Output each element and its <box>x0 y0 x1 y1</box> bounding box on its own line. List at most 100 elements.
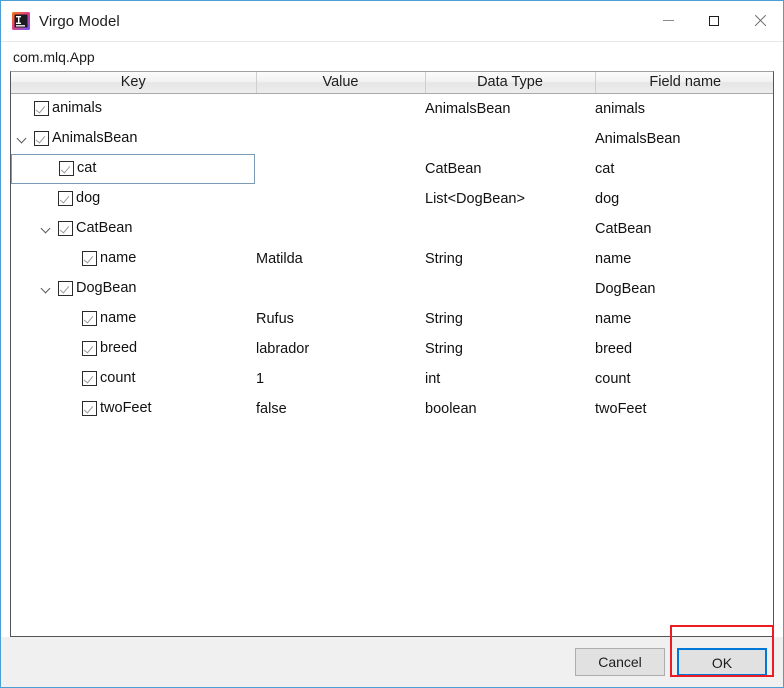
cell-key[interactable]: dog <box>11 183 256 214</box>
table-header: Key Value Data Type Field name <box>11 72 773 94</box>
row-checkbox[interactable] <box>82 401 97 416</box>
tree-node[interactable]: name <box>11 304 256 334</box>
cell-field[interactable]: name <box>595 243 773 274</box>
column-header-field-name[interactable]: Field name <box>595 72 773 94</box>
cell-type[interactable]: AnimalsBean <box>425 93 595 124</box>
cell-value[interactable]: Matilda <box>256 243 425 274</box>
maximize-button[interactable] <box>691 1 737 40</box>
table-row[interactable]: twoFeet false boolean twoFeet <box>11 393 773 424</box>
cell-field[interactable]: breed <box>595 333 773 364</box>
cell-field[interactable]: DogBean <box>595 273 773 304</box>
row-checkbox[interactable] <box>34 101 49 116</box>
table-row[interactable]: DogBean DogBean <box>11 273 773 304</box>
close-button[interactable] <box>737 1 783 40</box>
row-checkbox[interactable] <box>82 341 97 356</box>
row-checkbox[interactable] <box>82 251 97 266</box>
tree-node[interactable]: twoFeet <box>11 394 256 424</box>
cell-key[interactable]: AnimalsBean <box>11 123 256 154</box>
key-label: breed <box>100 340 138 357</box>
cell-value[interactable]: labrador <box>256 333 425 364</box>
chevron-down-icon[interactable] <box>40 222 53 235</box>
model-table: Key Value Data Type Field name animals An… <box>11 72 773 424</box>
chevron-down-icon[interactable] <box>40 282 53 295</box>
row-checkbox[interactable] <box>58 191 73 206</box>
tree-node[interactable]: dog <box>11 184 256 214</box>
column-header-value[interactable]: Value <box>256 72 426 94</box>
key-label: cat <box>77 160 97 177</box>
tree-node-selected[interactable]: cat <box>11 153 255 184</box>
class-path-label: com.mlq.App <box>1 42 783 71</box>
tree-node[interactable]: DogBean <box>11 274 256 304</box>
cell-type[interactable] <box>425 123 595 154</box>
column-header-data-type[interactable]: Data Type <box>425 72 596 94</box>
cell-key[interactable]: cat <box>11 153 256 184</box>
table-row[interactable]: name Matilda String name <box>11 243 773 274</box>
tree-node[interactable]: animals <box>11 94 256 124</box>
cancel-button[interactable]: Cancel <box>575 648 665 676</box>
row-checkbox[interactable] <box>82 311 97 326</box>
cell-key[interactable]: DogBean <box>11 273 256 304</box>
cell-type[interactable]: List<DogBean> <box>425 183 595 214</box>
cell-type[interactable]: String <box>425 243 595 274</box>
cell-value[interactable] <box>256 153 425 184</box>
tree-node[interactable]: name <box>11 244 256 274</box>
table-row[interactable]: dog List<DogBean> dog <box>11 183 773 214</box>
cell-field[interactable]: twoFeet <box>595 393 773 424</box>
table-row[interactable]: count 1 int count <box>11 363 773 394</box>
cell-type[interactable] <box>425 213 595 244</box>
cell-value[interactable] <box>256 273 425 304</box>
key-label: count <box>100 370 136 387</box>
tree-node[interactable]: count <box>11 364 256 394</box>
cell-key[interactable]: name <box>11 303 256 334</box>
cell-key[interactable]: twoFeet <box>11 393 256 424</box>
cell-value[interactable] <box>256 213 425 244</box>
cell-type[interactable]: String <box>425 303 595 334</box>
cell-field[interactable]: name <box>595 303 773 334</box>
row-checkbox[interactable] <box>34 131 49 146</box>
cell-type[interactable]: String <box>425 333 595 364</box>
cell-type[interactable] <box>425 273 595 304</box>
table-row[interactable]: AnimalsBean AnimalsBean <box>11 123 773 154</box>
tree-node[interactable]: breed <box>11 334 256 364</box>
table-row[interactable]: cat CatBean cat <box>11 153 773 184</box>
cell-key[interactable]: CatBean <box>11 213 256 244</box>
cell-key[interactable]: animals <box>11 93 256 124</box>
cell-field[interactable]: CatBean <box>595 213 773 244</box>
cell-key[interactable]: count <box>11 363 256 394</box>
cell-key[interactable]: breed <box>11 333 256 364</box>
tree-node[interactable]: AnimalsBean <box>11 124 256 154</box>
key-label: name <box>100 310 137 327</box>
table-body: animals AnimalsBean animals AnimalsBean Anim… <box>11 93 773 424</box>
cell-field[interactable]: cat <box>595 153 773 184</box>
row-checkbox[interactable] <box>59 161 74 176</box>
table-row[interactable]: animals AnimalsBean animals <box>11 93 773 124</box>
cell-value[interactable]: 1 <box>256 363 425 394</box>
ok-button[interactable]: OK <box>677 648 767 676</box>
minimize-button[interactable] <box>645 1 691 40</box>
chevron-down-icon[interactable] <box>16 132 29 145</box>
column-header-key[interactable]: Key <box>11 72 257 94</box>
cell-field[interactable]: animals <box>595 93 773 124</box>
tree-node[interactable]: CatBean <box>11 214 256 244</box>
row-checkbox[interactable] <box>58 281 73 296</box>
cell-value[interactable] <box>256 183 425 214</box>
row-checkbox[interactable] <box>58 221 73 236</box>
cell-type[interactable]: int <box>425 363 595 394</box>
cell-field[interactable]: AnimalsBean <box>595 123 773 154</box>
key-label: twoFeet <box>100 400 152 417</box>
cell-field[interactable]: count <box>595 363 773 394</box>
row-checkbox[interactable] <box>82 371 97 386</box>
cell-value[interactable]: Rufus <box>256 303 425 334</box>
table-row[interactable]: CatBean CatBean <box>11 213 773 244</box>
key-label: name <box>100 250 137 267</box>
cell-field[interactable]: dog <box>595 183 773 214</box>
cell-value[interactable] <box>256 123 425 154</box>
table-header-row: Key Value Data Type Field name <box>11 72 773 94</box>
cell-key[interactable]: name <box>11 243 256 274</box>
cell-value[interactable] <box>256 93 425 124</box>
table-row[interactable]: name Rufus String name <box>11 303 773 334</box>
cell-type[interactable]: boolean <box>425 393 595 424</box>
cell-type[interactable]: CatBean <box>425 153 595 184</box>
cell-value[interactable]: false <box>256 393 425 424</box>
table-row[interactable]: breed labrador String breed <box>11 333 773 364</box>
